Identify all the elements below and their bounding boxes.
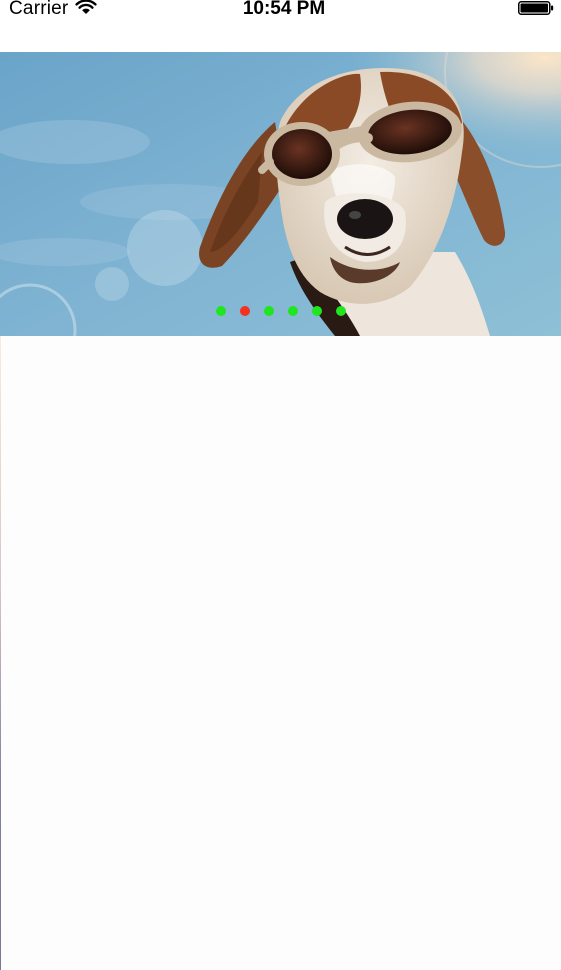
status-time: 10:54 PM — [242, 0, 326, 19]
navigation-area — [0, 22, 561, 52]
content-area — [0, 336, 561, 970]
battery-icon — [518, 1, 554, 15]
app-screen: Carrier 10:54 PM — [0, 0, 561, 970]
page-dot[interactable] — [264, 306, 274, 316]
page-control[interactable] — [216, 306, 346, 318]
page-dot[interactable] — [216, 306, 226, 316]
page-dot[interactable] — [336, 306, 346, 316]
status-bar: Carrier 10:54 PM — [0, 0, 561, 22]
page-dot[interactable] — [312, 306, 322, 316]
page-dot[interactable] — [288, 306, 298, 316]
image-carousel[interactable] — [0, 52, 561, 336]
page-dot-active[interactable] — [240, 306, 250, 316]
left-edge-divider — [0, 336, 1, 970]
carousel-image-dog-with-goggles — [0, 52, 561, 336]
